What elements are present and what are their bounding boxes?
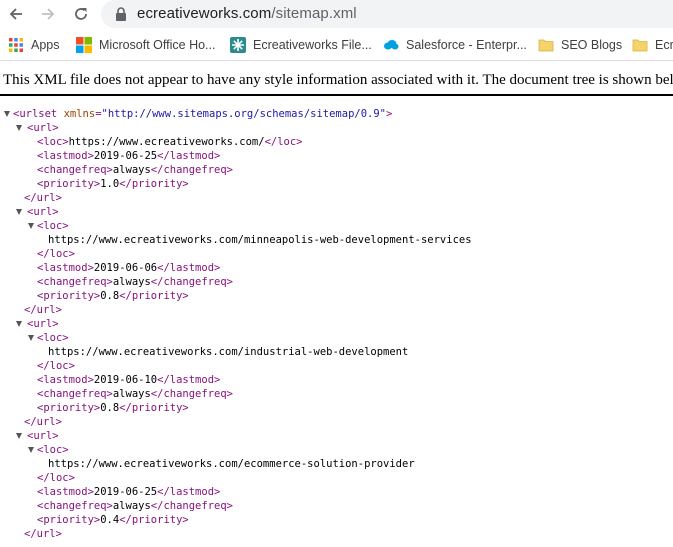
lastmod-value: 2019-06-06 — [93, 262, 158, 274]
lastmod-value: 2019-06-25 — [93, 150, 158, 162]
lastmod-line: <lastmod>2019-06-25</lastmod> — [37, 150, 221, 162]
collapse-triangle-icon[interactable] — [4, 111, 10, 117]
xmlns-attr-value: "http://www.sitemaps.org/schemas/sitemap… — [101, 108, 387, 120]
xml-style-notice: This XML file does not appear to have an… — [3, 72, 673, 88]
bookmark-label: SEO Blogs — [561, 38, 623, 52]
priority-value: 0.4 — [100, 514, 120, 526]
loc-value: https://www.ecreativeworks.com/industria… — [48, 346, 409, 358]
xmlns-attr-name: xmlns — [63, 108, 96, 120]
url-open-line: <url> — [0, 429, 673, 443]
back-arrow-icon — [9, 8, 22, 20]
url-open-line: <url> — [0, 121, 673, 135]
bookmark-label: Apps — [31, 38, 60, 52]
bookmark-seo-blogs[interactable]: SEO Blogs — [538, 36, 622, 54]
priority-line: <priority>1.0</priority> — [37, 178, 189, 190]
lock-icon — [116, 7, 126, 21]
bookmark-ecr[interactable]: Ecr — [632, 36, 673, 54]
changefreq-line: <changefreq>always</changefreq> — [37, 164, 233, 176]
bookmarks-bar: Apps Microsoft Office Ho... Ecreativewor… — [0, 30, 673, 61]
bookmark-salesforce[interactable]: Salesforce - Enterpr... — [383, 36, 527, 54]
forward-arrow-icon — [42, 8, 55, 20]
bookmark-label: Ecr — [655, 38, 673, 52]
salesforce-cloud-icon — [384, 40, 399, 50]
urlset-tag: urlset — [19, 108, 58, 120]
collapse-triangle-icon[interactable] — [28, 447, 34, 453]
loc-close-line: </loc> — [37, 472, 75, 484]
lastmod-value: 2019-06-25 — [93, 486, 158, 498]
bookmark-ecreativeworks[interactable]: Ecreativeworks File... — [230, 36, 372, 54]
loc-open-line: <loc> — [0, 219, 673, 233]
url-close-line: </url> — [24, 416, 62, 428]
url-path: /sitemap.xml — [271, 5, 357, 22]
loc-value: https://www.ecreativeworks.com/ecommerce… — [48, 458, 415, 470]
changefreq-value: always — [112, 500, 151, 512]
bookmark-label: Ecreativeworks File... — [253, 38, 372, 52]
urlset-open-line: <urlset xmlns="http://www.sitemaps.org/s… — [0, 107, 673, 121]
changefreq-line: <changefreq>always</changefreq> — [37, 388, 233, 400]
collapse-triangle-icon[interactable] — [16, 321, 22, 327]
changefreq-value: always — [112, 388, 151, 400]
reload-button[interactable] — [69, 2, 93, 26]
url-text[interactable]: ecreativeworks.com/sitemap.xml — [137, 5, 357, 22]
changefreq-line: <changefreq>always</changefreq> — [37, 500, 233, 512]
bookmark-label: Microsoft Office Ho... — [99, 38, 216, 52]
url-open-line: <url> — [0, 205, 673, 219]
bookmark-apps[interactable]: Apps — [8, 36, 60, 54]
loc-open-line: <loc> — [0, 443, 673, 457]
ecreativeworks-icon — [230, 37, 246, 53]
url-close-line: </url> — [24, 304, 62, 316]
collapse-triangle-icon[interactable] — [16, 125, 22, 131]
collapse-triangle-icon[interactable] — [28, 223, 34, 229]
url-close-line: </url> — [24, 192, 62, 204]
changefreq-value: always — [112, 276, 151, 288]
url-host: ecreativeworks.com — [137, 5, 272, 22]
priority-line: <priority>0.8</priority> — [37, 290, 189, 302]
browser-toolbar: ecreativeworks.com/sitemap.xml — [0, 0, 673, 28]
address-bar[interactable]: ecreativeworks.com/sitemap.xml — [101, 0, 673, 28]
url-close-line: </url> — [24, 528, 62, 540]
priority-value: 1.0 — [100, 178, 120, 190]
priority-line: <priority>0.8</priority> — [37, 402, 189, 414]
loc-close-line: </loc> — [37, 248, 75, 260]
microsoft-logo-icon — [76, 37, 92, 53]
bookmark-label: Salesforce - Enterpr... — [406, 38, 527, 52]
lastmod-line: <lastmod>2019-06-25</lastmod> — [37, 486, 221, 498]
forward-button[interactable] — [36, 2, 60, 26]
lastmod-line: <lastmod>2019-06-10</lastmod> — [37, 374, 221, 386]
url-open-line: <url> — [0, 317, 673, 331]
folder-icon — [632, 39, 648, 52]
loc-line: <loc>https://www.ecreativeworks.com/</lo… — [37, 136, 303, 148]
reload-icon — [75, 8, 87, 20]
changefreq-value: always — [112, 164, 151, 176]
folder-icon — [538, 39, 554, 52]
collapse-triangle-icon[interactable] — [16, 433, 22, 439]
collapse-triangle-icon[interactable] — [28, 335, 34, 341]
priority-value: 0.8 — [100, 290, 120, 302]
xml-tree: <urlset xmlns="http://www.sitemaps.org/s… — [0, 107, 673, 541]
bookmark-microsoft-office[interactable]: Microsoft Office Ho... — [76, 36, 215, 54]
lastmod-line: <lastmod>2019-06-06</lastmod> — [37, 262, 221, 274]
loc-value: https://www.ecreativeworks.com/minneapol… — [48, 234, 472, 246]
priority-value: 0.8 — [100, 402, 120, 414]
loc-value: https://www.ecreativeworks.com/ — [68, 136, 265, 148]
notice-divider — [0, 94, 673, 96]
loc-close-line: </loc> — [37, 360, 75, 372]
priority-line: <priority>0.4</priority> — [37, 514, 189, 526]
collapse-triangle-icon[interactable] — [16, 209, 22, 215]
loc-open-line: <loc> — [0, 331, 673, 345]
apps-grid-icon — [9, 38, 23, 52]
back-button[interactable] — [4, 2, 28, 26]
changefreq-line: <changefreq>always</changefreq> — [37, 276, 233, 288]
lastmod-value: 2019-06-10 — [93, 374, 158, 386]
